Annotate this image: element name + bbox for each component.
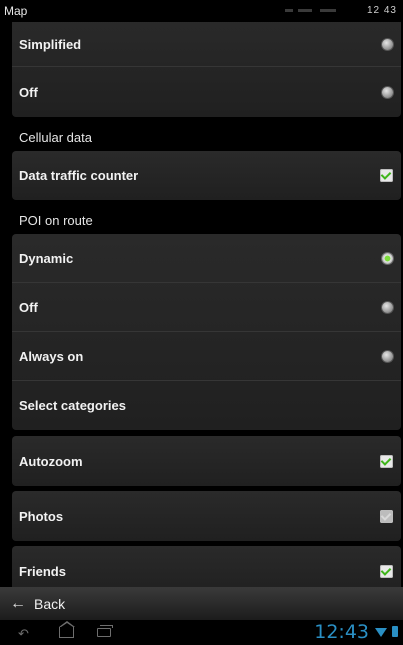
option-autozoom[interactable]: Autozoom xyxy=(12,436,401,486)
system-nav-bar: ↶ 12:43 xyxy=(0,620,403,645)
option-off-map[interactable]: Off xyxy=(12,66,401,117)
section-header-poi: POI on route xyxy=(19,213,93,228)
option-label: Simplified xyxy=(19,36,82,52)
option-friends[interactable]: Friends xyxy=(12,546,401,587)
radio-unselected-icon[interactable] xyxy=(382,38,393,50)
system-clock: 12:43 xyxy=(314,621,369,643)
autozoom-card: Autozoom xyxy=(12,436,401,486)
checkbox-checked-icon[interactable] xyxy=(380,454,393,468)
wifi-icon xyxy=(375,628,387,637)
option-label: Off xyxy=(19,299,38,315)
left-arrow-icon: ← xyxy=(10,594,26,612)
radio-unselected-icon[interactable] xyxy=(382,301,393,313)
battery-icon xyxy=(392,626,398,637)
friends-card: Friends xyxy=(12,546,401,587)
screen-title: Map xyxy=(4,4,28,18)
radio-selected-icon[interactable] xyxy=(382,252,393,264)
photos-card: Photos xyxy=(12,491,401,541)
back-button[interactable]: ← Back xyxy=(0,587,403,620)
notification-icon xyxy=(285,9,293,12)
option-label: Always on xyxy=(19,348,84,364)
checkbox-checked-icon[interactable] xyxy=(380,169,393,182)
option-label: Off xyxy=(19,84,38,100)
option-label: Photos xyxy=(19,508,64,524)
back-label: Back xyxy=(34,595,66,612)
radio-unselected-icon[interactable] xyxy=(382,86,393,98)
section-header-cellular: Cellular data xyxy=(19,130,92,145)
nav-home-icon[interactable] xyxy=(59,621,75,638)
option-label: Select categories xyxy=(19,398,126,413)
status-clock: 12 43 xyxy=(366,5,397,16)
option-data-traffic-counter[interactable]: Data traffic counter xyxy=(12,151,401,200)
settings-list[interactable]: Simplified Off Cellular data Data traffi… xyxy=(0,22,403,587)
status-bar: Map 12 43 xyxy=(0,0,403,22)
option-off-poi[interactable]: Off xyxy=(12,282,401,331)
poi-card: Dynamic Off Always on Select categories xyxy=(12,234,401,430)
cellular-card: Data traffic counter xyxy=(12,151,401,200)
checkbox-disabled-icon[interactable] xyxy=(380,509,393,523)
notification-icon xyxy=(320,9,336,12)
nav-recent-apps-icon[interactable] xyxy=(97,625,113,637)
notification-icon xyxy=(298,9,312,12)
option-label: Dynamic xyxy=(19,250,74,266)
nav-back-icon[interactable]: ↶ xyxy=(18,626,29,642)
map-options-card: Simplified Off xyxy=(12,22,401,117)
option-always-on[interactable]: Always on xyxy=(12,331,401,380)
radio-unselected-icon[interactable] xyxy=(382,350,393,362)
option-label: Autozoom xyxy=(19,453,83,469)
option-label: Data traffic counter xyxy=(19,168,139,183)
option-photos[interactable]: Photos xyxy=(12,491,401,541)
option-select-categories[interactable]: Select categories xyxy=(12,380,401,430)
option-simplified[interactable]: Simplified xyxy=(12,22,401,66)
option-label: Friends xyxy=(19,563,66,579)
option-dynamic[interactable]: Dynamic xyxy=(12,234,401,282)
checkbox-checked-icon[interactable] xyxy=(380,564,393,578)
